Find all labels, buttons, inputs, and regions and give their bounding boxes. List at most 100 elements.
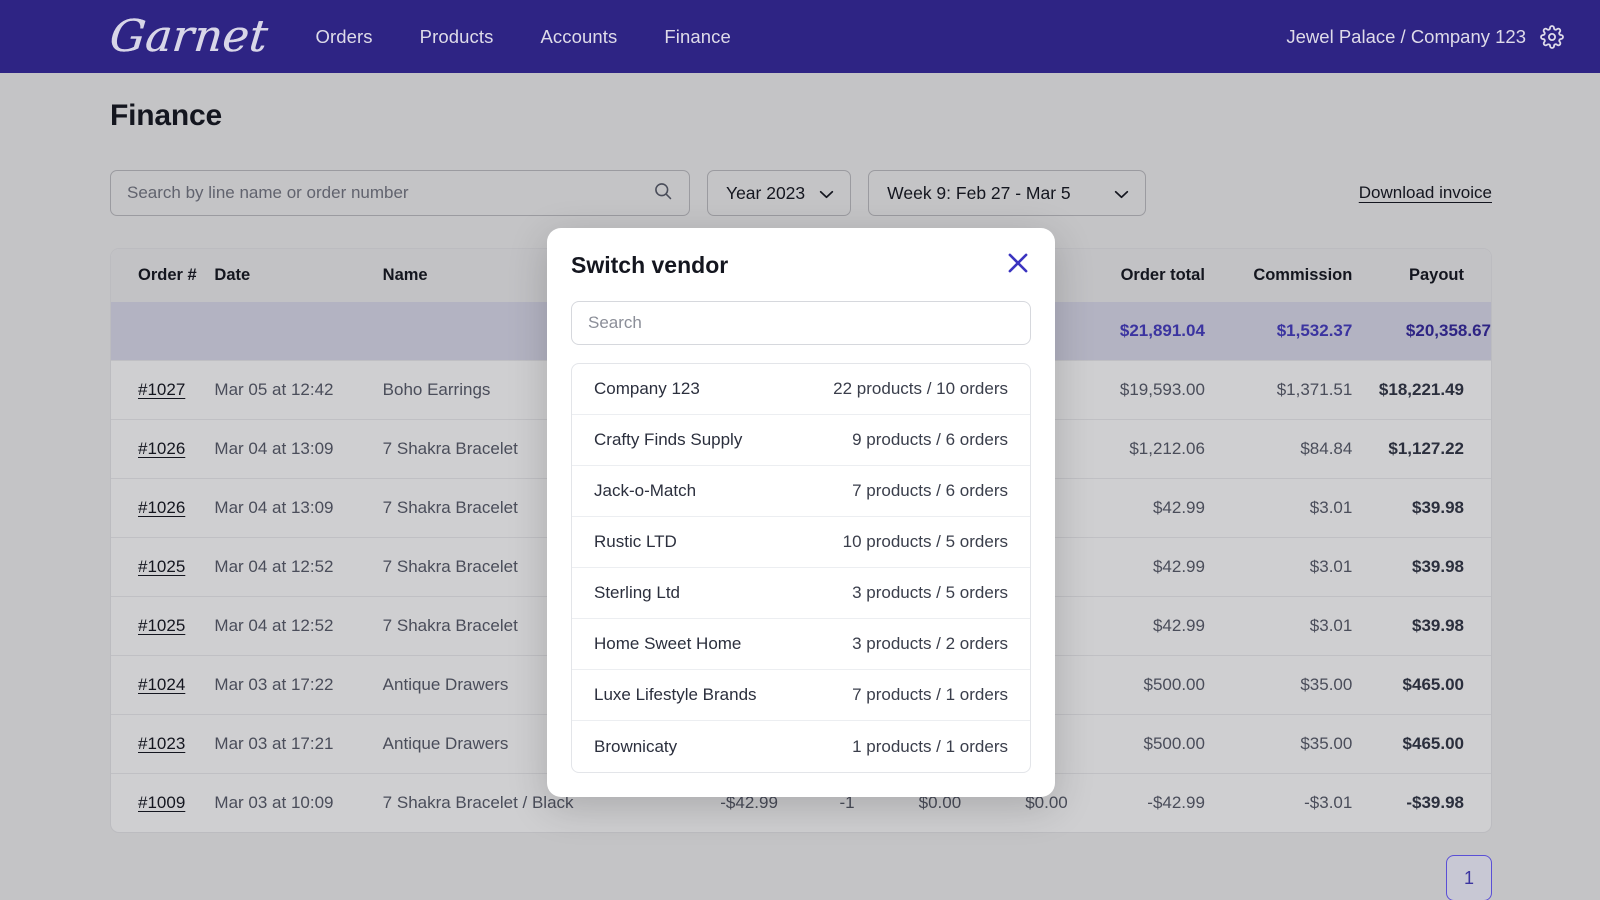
total-row-spacer-1: [111, 302, 214, 361]
vendor-name: Rustic LTD: [594, 532, 677, 552]
search-icon[interactable]: [653, 181, 673, 206]
chevron-down-icon: [819, 183, 834, 204]
cell-date: Mar 04 at 13:09: [214, 420, 382, 479]
vendor-name: Company 123: [594, 379, 700, 399]
cell-date: Mar 04 at 12:52: [214, 538, 382, 597]
vendor-search-input[interactable]: Search: [571, 301, 1031, 345]
vendor-stats: 7 products / 6 orders: [852, 481, 1008, 501]
cell-commission: $1,371.51: [1205, 361, 1352, 420]
cell-order-total: $42.99: [1068, 597, 1205, 656]
vendor-list-item[interactable]: Company 123 22 products / 10 orders: [572, 364, 1030, 415]
order-number-link[interactable]: #1023: [138, 734, 185, 753]
cell-order-total: $500.00: [1068, 715, 1205, 774]
cell-payout: $39.98: [1352, 538, 1491, 597]
vendor-name: Brownicaty: [594, 737, 677, 757]
cell-order-total: $42.99: [1068, 538, 1205, 597]
order-number-link[interactable]: #1009: [138, 793, 185, 812]
order-number-link[interactable]: #1025: [138, 557, 185, 576]
column-header-order-total[interactable]: Order total: [1068, 249, 1205, 302]
modal-title: Switch vendor: [571, 252, 728, 279]
chevron-down-icon: [1114, 183, 1129, 204]
vendor-list-item[interactable]: Home Sweet Home 3 products / 2 orders: [572, 619, 1030, 670]
nav-link-accounts[interactable]: Accounts: [540, 26, 617, 48]
vendor-stats: 1 products / 1 orders: [852, 737, 1008, 757]
pagination-page-1[interactable]: 1: [1446, 855, 1492, 900]
cell-payout: $1,127.22: [1352, 420, 1491, 479]
main-navigation: Orders Products Accounts Finance: [315, 26, 730, 48]
cell-order-total: $1,212.06: [1068, 420, 1205, 479]
pagination: 1: [110, 855, 1492, 900]
gear-icon[interactable]: [1540, 25, 1564, 49]
vendor-name: Home Sweet Home: [594, 634, 741, 654]
vendor-list: Company 123 22 products / 10 orders Crafty…: [571, 363, 1031, 773]
cell-order-total: $19,593.00: [1068, 361, 1205, 420]
cell-order-number: #1009: [111, 774, 214, 833]
order-number-link[interactable]: #1026: [138, 439, 185, 458]
column-header-date[interactable]: Date: [214, 249, 382, 302]
account-area: Jewel Palace / Company 123: [1286, 25, 1564, 49]
column-header-order[interactable]: Order #: [111, 249, 214, 302]
year-select[interactable]: Year 2023: [707, 170, 851, 216]
week-select[interactable]: Week 9: Feb 27 - Mar 5: [868, 170, 1146, 216]
vendor-stats: 3 products / 2 orders: [852, 634, 1008, 654]
switch-vendor-modal: Switch vendor Search Company 123 22 produ…: [547, 228, 1055, 797]
cell-order-number: #1027: [111, 361, 214, 420]
cell-order-total: $500.00: [1068, 656, 1205, 715]
nav-link-finance[interactable]: Finance: [664, 26, 731, 48]
nav-link-products[interactable]: Products: [420, 26, 494, 48]
cell-commission: -$3.01: [1205, 774, 1352, 833]
vendor-list-item[interactable]: Luxe Lifestyle Brands 7 products / 1 orde…: [572, 670, 1030, 721]
vendor-stats: 9 products / 6 orders: [852, 430, 1008, 450]
cell-order-number: #1023: [111, 715, 214, 774]
vendor-stats: 22 products / 10 orders: [833, 379, 1008, 399]
search-placeholder: Search by line name or order number: [127, 183, 653, 203]
cell-payout: $18,221.49: [1352, 361, 1491, 420]
vendor-stats: 7 products / 1 orders: [852, 685, 1008, 705]
cell-commission: $84.84: [1205, 420, 1352, 479]
account-label[interactable]: Jewel Palace / Company 123: [1286, 26, 1526, 48]
vendor-list-item[interactable]: Brownicaty 1 products / 1 orders: [572, 721, 1030, 772]
column-header-payout[interactable]: Payout: [1352, 249, 1491, 302]
cell-date: Mar 03 at 10:09: [214, 774, 382, 833]
total-row-spacer-2: [214, 302, 382, 361]
year-select-value: Year 2023: [726, 183, 805, 204]
order-number-link[interactable]: #1026: [138, 498, 185, 517]
vendor-list-item[interactable]: Rustic LTD10 products / 5 orders: [572, 517, 1030, 568]
order-number-link[interactable]: #1027: [138, 380, 185, 399]
cell-order-number: #1025: [111, 538, 214, 597]
cell-order-total: $42.99: [1068, 479, 1205, 538]
cell-commission: $35.00: [1205, 715, 1352, 774]
total-row-payout: $20,358.67: [1352, 302, 1491, 361]
vendor-list-item[interactable]: Crafty Finds Supply 9 products / 6 orders: [572, 415, 1030, 466]
top-navbar: Garnet Orders Products Accounts Finance …: [0, 0, 1600, 73]
vendor-stats: 3 products / 5 orders: [852, 583, 1008, 603]
search-input[interactable]: Search by line name or order number: [110, 170, 690, 216]
column-header-commission[interactable]: Commission: [1205, 249, 1352, 302]
total-row-order-total: $21,891.04: [1068, 302, 1205, 361]
modal-header: Switch vendor: [571, 250, 1031, 281]
vendor-name: Luxe Lifestyle Brands: [594, 685, 757, 705]
cell-commission: $35.00: [1205, 656, 1352, 715]
cell-order-number: #1024: [111, 656, 214, 715]
vendor-name: Sterling Ltd: [594, 583, 680, 603]
order-number-link[interactable]: #1025: [138, 616, 185, 635]
cell-payout: $39.98: [1352, 597, 1491, 656]
vendor-list-item[interactable]: Sterling Ltd 3 products / 5 orders: [572, 568, 1030, 619]
cell-date: Mar 03 at 17:21: [214, 715, 382, 774]
cell-order-number: #1026: [111, 479, 214, 538]
cell-commission: $3.01: [1205, 538, 1352, 597]
cell-commission: $3.01: [1205, 479, 1352, 538]
page-title: Finance: [110, 99, 1600, 133]
brand-logo[interactable]: Garnet: [108, 15, 270, 59]
vendor-list-item[interactable]: Jack-o-Match 7 products / 6 orders: [572, 466, 1030, 517]
filter-bar: Search by line name or order number Year…: [110, 170, 1492, 216]
nav-link-orders[interactable]: Orders: [315, 26, 372, 48]
week-select-value: Week 9: Feb 27 - Mar 5: [887, 183, 1071, 204]
vendor-name: Jack-o-Match: [594, 481, 696, 501]
cell-commission: $3.01: [1205, 597, 1352, 656]
cell-date: Mar 04 at 13:09: [214, 479, 382, 538]
order-number-link[interactable]: #1024: [138, 675, 185, 694]
vendor-name: Crafty Finds Supply: [594, 430, 742, 450]
download-invoice-link[interactable]: Download invoice: [1359, 183, 1492, 203]
close-icon[interactable]: [1005, 250, 1031, 281]
